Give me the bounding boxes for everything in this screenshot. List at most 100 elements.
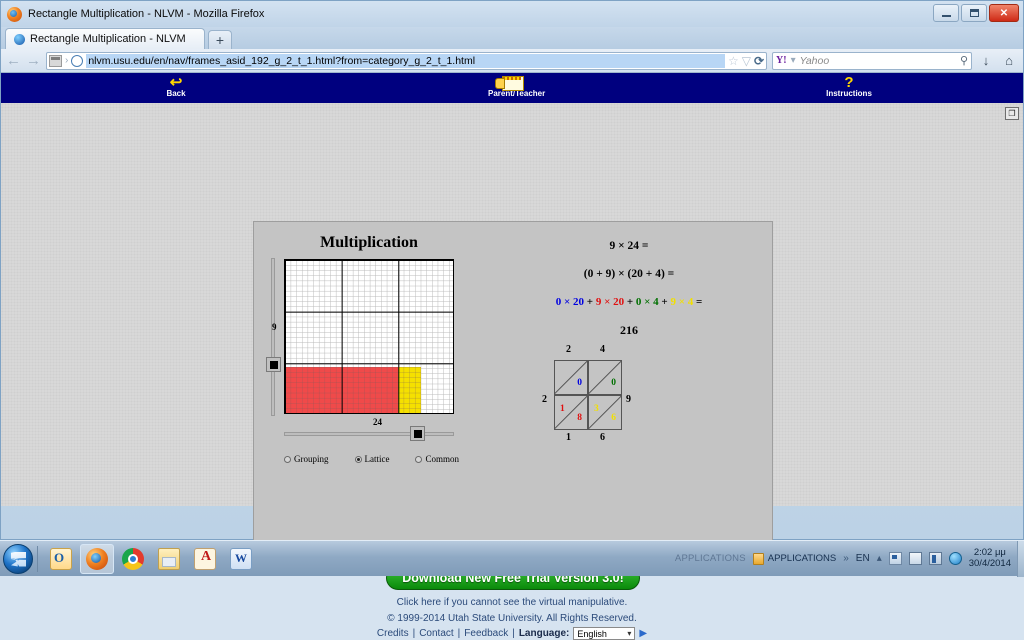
multiplication-applet: Multiplication 9 24 Grouping Lattice Com…	[253, 221, 773, 556]
clock-time: 2:02 μμ	[973, 546, 1006, 558]
mode-radio-group: Grouping Lattice Common	[284, 454, 459, 464]
multiplication-grid[interactable]	[284, 259, 454, 414]
horizontal-slider-track[interactable]	[284, 432, 454, 436]
show-hidden-icons-icon[interactable]: ▴	[877, 553, 882, 564]
url-separator-icon: ›	[65, 55, 69, 66]
tab-label: Rectangle Multiplication - NLVM	[30, 33, 186, 45]
taskbar-app-firefox[interactable]	[80, 543, 114, 574]
vertical-slider[interactable]	[266, 258, 281, 416]
clock-date: 30/4/2014	[968, 557, 1011, 569]
nav-item-instructions[interactable]: ? Instructions	[825, 75, 873, 98]
radio-label: Grouping	[294, 454, 329, 464]
lattice-cell-lower: 0	[611, 378, 616, 388]
navigation-toolbar: ← → › nlvm.usu.edu/en/nav/frames_asid_19…	[1, 49, 1023, 73]
equation-term: +	[658, 296, 671, 308]
tab-rectangle-multiplication[interactable]: Rectangle Multiplication - NLVM	[5, 28, 205, 49]
outlook-icon	[50, 547, 72, 570]
taskbar-app-explorer[interactable]	[152, 544, 186, 574]
tray-app-applications[interactable]: APPLICATIONS	[752, 552, 836, 565]
equation-term: 20	[573, 296, 585, 308]
lattice-bottom-label-2: 6	[600, 432, 605, 443]
equation-line-1: 9 × 24 =	[609, 240, 649, 252]
back-arrow-icon: ↩	[169, 74, 183, 91]
lattice-cell-0: 0	[554, 360, 588, 395]
maximize-button[interactable]	[961, 4, 987, 22]
go-arrow-icon[interactable]: ▶	[639, 628, 647, 639]
equation-term: ×	[675, 296, 688, 308]
language-select[interactable]: English	[573, 627, 636, 640]
url-bar[interactable]: › nlvm.usu.edu/en/nav/frames_asid_192_g_…	[46, 51, 767, 70]
overflow-icon[interactable]: »	[843, 553, 849, 564]
search-input[interactable]: Yahoo	[800, 55, 956, 67]
firefox-icon	[86, 547, 108, 570]
vertical-slider-track[interactable]	[271, 258, 275, 416]
horizontal-slider[interactable]	[284, 426, 454, 441]
credits-link[interactable]: Credits	[377, 628, 409, 639]
link-separator: |	[512, 628, 515, 639]
radio-lattice[interactable]: Lattice	[354, 454, 390, 464]
nav-item-label: Back	[166, 89, 186, 98]
url-input[interactable]: nlvm.usu.edu/en/nav/frames_asid_192_g_2_…	[86, 53, 725, 68]
nav-item-parent-teacher[interactable]: Parent/Teacher	[488, 75, 545, 98]
start-button[interactable]	[3, 543, 33, 574]
lattice-top-label-2: 4	[600, 344, 605, 355]
new-tab-button[interactable]: +	[208, 30, 232, 49]
multiplication-grid-wrapper	[284, 259, 454, 414]
radio-label: Common	[425, 454, 459, 464]
clock[interactable]: 2:02 μμ 30/4/2014	[968, 546, 1011, 570]
horizontal-slider-thumb[interactable]	[410, 426, 425, 441]
horizontal-slider-value: 24	[373, 417, 382, 427]
equation-term: ×	[641, 296, 654, 308]
applet-title: Multiplication	[320, 234, 418, 251]
lattice-cell-upper: 1	[560, 404, 565, 414]
radio-button-icon[interactable]	[415, 455, 423, 463]
firefox-window: Rectangle Multiplication - NLVM - Mozill…	[0, 0, 1024, 640]
close-button[interactable]: ✕	[989, 4, 1019, 22]
lattice-cell-upper: 3	[594, 404, 599, 414]
language-label: Language:	[518, 628, 570, 639]
action-center-flag-icon[interactable]	[888, 552, 902, 565]
windows-taskbar: APPLICATIONS APPLICATIONS » EN ▴ 2:02 μμ…	[0, 540, 1024, 577]
chevron-down-icon[interactable]: ▽	[742, 54, 751, 68]
yahoo-icon[interactable]: Y!	[776, 55, 787, 66]
minimize-button[interactable]	[933, 4, 959, 22]
network-icon[interactable]	[928, 552, 942, 565]
taskbar-app-word[interactable]	[224, 544, 258, 574]
radio-grouping[interactable]: Grouping	[284, 454, 329, 464]
taskbar-app-chrome[interactable]	[116, 544, 150, 574]
reload-icon[interactable]: ⟳	[754, 54, 764, 68]
downloads-icon[interactable]: ↓	[977, 53, 995, 68]
back-arrow-icon[interactable]: ←	[6, 52, 21, 69]
battery-icon[interactable]	[908, 552, 922, 565]
folder-icon	[158, 547, 180, 570]
restore-icon[interactable]: ❐	[1005, 107, 1019, 120]
nav-item-back[interactable]: ↩ Back	[159, 75, 193, 98]
lattice-cell-2: 1 8	[554, 395, 588, 430]
language-indicator[interactable]: EN	[856, 553, 870, 564]
lattice-grid: 0 0 1 8 3 6	[554, 360, 622, 430]
radio-button-icon[interactable]	[284, 455, 291, 463]
bookmark-star-icon[interactable]: ☆	[728, 54, 739, 68]
site-identity-icon[interactable]	[49, 54, 62, 67]
vertical-slider-value: 9	[272, 322, 277, 332]
taskbar-app-acrobat[interactable]	[188, 544, 222, 574]
taskbar-app-outlook[interactable]	[44, 544, 78, 574]
system-tray: APPLICATIONS APPLICATIONS » EN ▴ 2:02 μμ…	[675, 546, 1017, 570]
show-desktop-button[interactable]	[1017, 540, 1024, 577]
lattice-diagonal-icon	[589, 361, 621, 394]
radio-label: Lattice	[364, 454, 390, 464]
sync-icon[interactable]	[948, 552, 962, 565]
radio-common[interactable]: Common	[415, 454, 459, 464]
contact-link[interactable]: Contact	[419, 628, 453, 639]
radio-button-icon[interactable]	[354, 455, 362, 463]
search-icon[interactable]: ⚲	[960, 54, 968, 67]
search-chevron-icon[interactable]: ▾	[791, 55, 796, 66]
vertical-slider-thumb[interactable]	[266, 357, 281, 372]
search-box[interactable]: Y! ▾ Yahoo ⚲	[772, 51, 972, 70]
forward-arrow-icon[interactable]: →	[26, 52, 41, 69]
feedback-link[interactable]: Feedback	[464, 628, 508, 639]
home-icon[interactable]: ⌂	[1000, 53, 1018, 68]
nlvm-nav-bar: ↩ Back Parent/Teacher ? Instructions	[1, 73, 1023, 103]
lattice-left-label: 2	[542, 394, 547, 405]
page-content: ❐ Multiplication 9 24 Grouping Lattice C…	[1, 103, 1023, 640]
